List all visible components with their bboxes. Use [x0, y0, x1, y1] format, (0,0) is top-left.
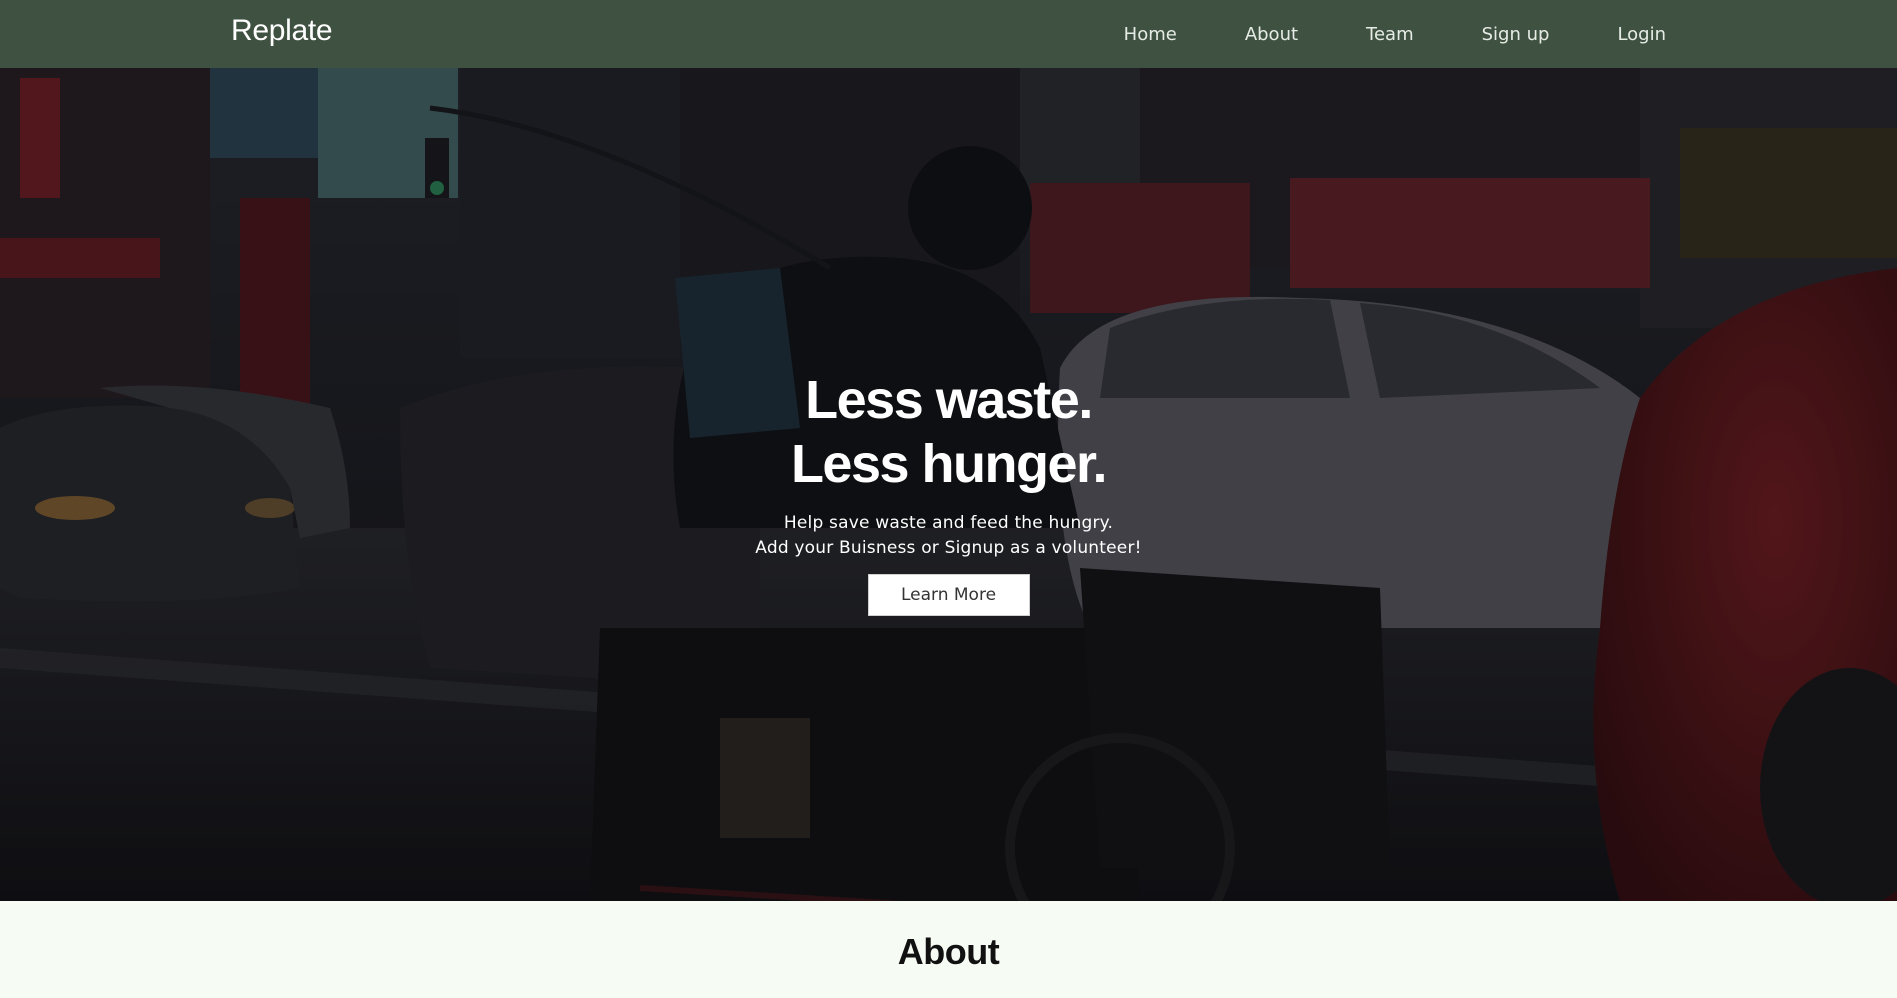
about-section: About [0, 901, 1897, 998]
nav-links: Home About Team Sign up Login [1124, 0, 1666, 68]
hero-section: Less waste. Less hunger. Help save waste… [0, 68, 1897, 901]
hero-subtitle: Help save waste and feed the hungry. Add… [0, 511, 1897, 561]
nav-link-about[interactable]: About [1245, 24, 1298, 45]
hero-subtitle-line-2: Add your Buisness or Signup as a volunte… [755, 538, 1142, 558]
hero-content: Less waste. Less hunger. Help save waste… [0, 368, 1897, 616]
brand-logo[interactable]: Replate [231, 14, 333, 48]
hero-title: Less waste. Less hunger. [0, 368, 1897, 496]
nav-link-home[interactable]: Home [1124, 24, 1177, 45]
hero-title-line-2: Less hunger. [790, 434, 1108, 494]
about-heading: About [897, 931, 1000, 972]
hero-title-line-1: Less waste. [805, 370, 1093, 430]
learn-more-button[interactable]: Learn More [867, 574, 1030, 616]
hero-subtitle-line-1: Help save waste and feed the hungry. [783, 513, 1114, 533]
navbar: Replate Home About Team Sign up Login [0, 0, 1897, 68]
nav-link-team[interactable]: Team [1366, 24, 1414, 45]
nav-link-signup[interactable]: Sign up [1482, 24, 1550, 45]
nav-link-login[interactable]: Login [1617, 24, 1666, 45]
